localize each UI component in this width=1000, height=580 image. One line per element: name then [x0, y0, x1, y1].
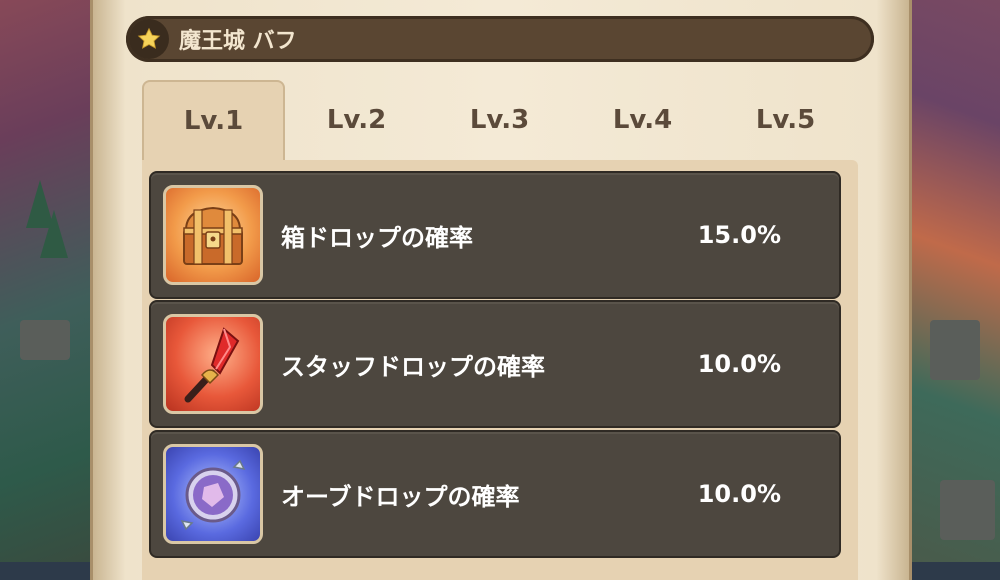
star-icon: [137, 27, 161, 49]
buff-row-chest: 箱ドロップの確率 15.0%: [151, 173, 839, 297]
buff-value: 15.0%: [697, 221, 781, 249]
buff-row-orb: オーブドロップの確率 10.0%: [151, 432, 839, 556]
staff-icon: [184, 327, 240, 403]
header-title: 魔王城 バフ: [179, 29, 297, 54]
buff-value: 10.0%: [697, 480, 781, 508]
rock-decoration: [930, 320, 980, 380]
buff-label: オーブドロップの確率: [281, 482, 520, 511]
tab-lv2[interactable]: Lv.2: [285, 80, 428, 160]
treasure-chest-icon: [183, 206, 243, 265]
staff-icon-frame: [163, 314, 263, 414]
tab-lv5[interactable]: Lv.5: [714, 80, 857, 160]
tab-lv1[interactable]: Lv.1: [142, 80, 285, 160]
buff-value: 10.0%: [697, 350, 781, 378]
header-bar: 魔王城 バフ: [126, 16, 874, 62]
tab-lv3[interactable]: Lv.3: [428, 80, 571, 160]
buff-label: スタッフドロップの確率: [281, 352, 545, 381]
rock-decoration: [940, 480, 995, 540]
level-tabs: Lv.1 Lv.2 Lv.3 Lv.4 Lv.5: [142, 80, 858, 160]
tab-lv4[interactable]: Lv.4: [571, 80, 714, 160]
buff-row-staff: スタッフドロップの確率 10.0%: [151, 302, 839, 426]
star-badge: [129, 19, 169, 59]
buff-label: 箱ドロップの確率: [281, 223, 473, 252]
orb-icon: [180, 459, 246, 531]
orb-icon-frame: [163, 444, 263, 544]
rock-decoration: [20, 320, 70, 360]
treasure-chest-icon-frame: [163, 185, 263, 285]
tree-decoration: [40, 210, 68, 258]
